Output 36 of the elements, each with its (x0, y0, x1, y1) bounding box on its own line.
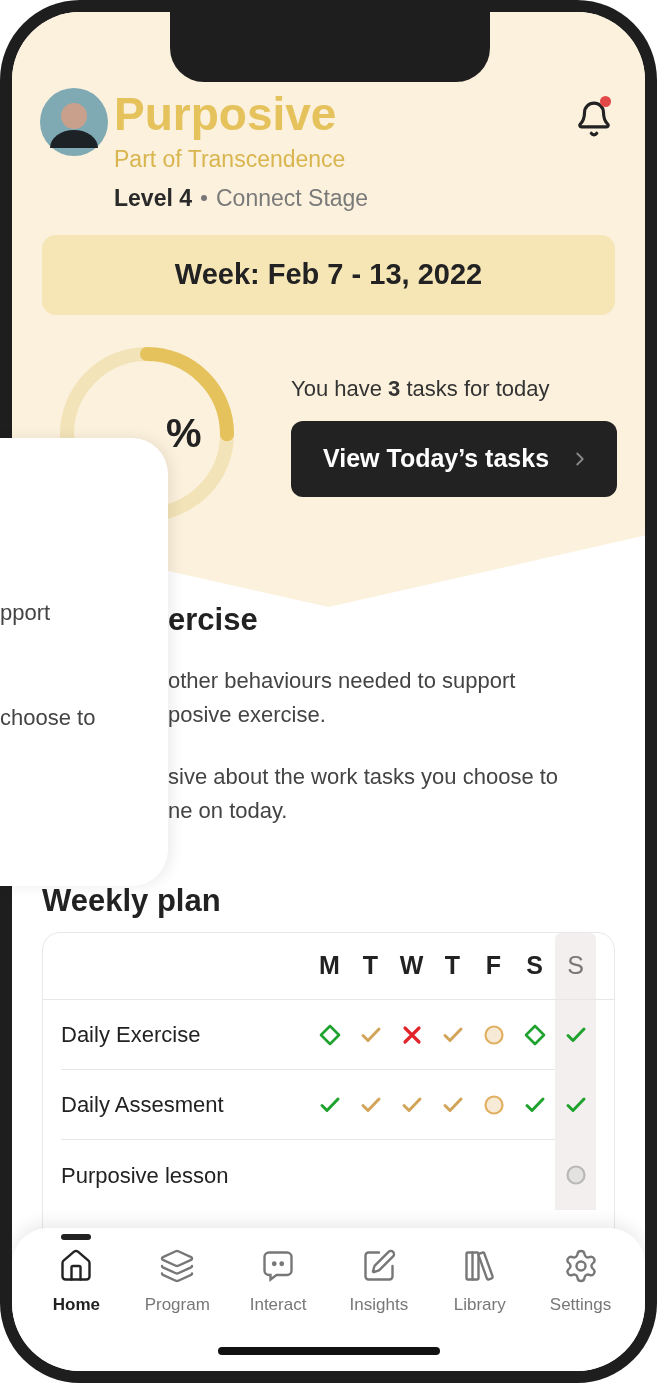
week-banner: Week: Feb 7 - 13, 2022 (42, 235, 615, 315)
task-name: Daily Assesment (61, 1091, 225, 1119)
description-line: sive about the work tasks you choose to (168, 762, 560, 791)
day-header: M (318, 950, 341, 982)
level-label: Level 4 (114, 183, 192, 213)
program-subtitle: Part of Transcendence (114, 145, 347, 174)
day-header: T (361, 950, 380, 982)
layers-icon (159, 1248, 196, 1284)
nav-tab[interactable]: Library (429, 1248, 531, 1371)
card-text: pport (0, 599, 52, 627)
day-header: S (555, 933, 596, 999)
nav-tab[interactable]: Settings (530, 1248, 631, 1371)
description-line: ne on today. (168, 796, 289, 825)
nav-tab[interactable]: Home (26, 1248, 127, 1371)
bell-icon (575, 100, 613, 138)
day-header: S (525, 950, 544, 982)
section-heading: ercise (168, 601, 259, 639)
avatar (40, 88, 108, 156)
nav-tab[interactable]: Insights (328, 1248, 430, 1371)
section-heading: Weekly plan (41, 881, 222, 920)
tasks-summary: You have 3 tasks for today (291, 374, 551, 403)
description-line: other behaviours needed to support (168, 666, 517, 695)
nav-tab[interactable]: Program (126, 1248, 228, 1371)
progress-percent: % (166, 410, 202, 457)
description-line: posive exercise. (168, 700, 327, 729)
nav-tab[interactable]: Interact (227, 1248, 329, 1371)
day-header: F (484, 950, 503, 982)
day-header: W (398, 950, 425, 982)
day-header: T (443, 950, 462, 982)
task-name: Purposive lesson (61, 1161, 230, 1190)
card-text: choose to (0, 704, 97, 732)
view-tasks-button[interactable]: View Today’s tasks (291, 420, 617, 497)
program-title: Purposive (114, 88, 338, 140)
task-name: Daily Exercise (61, 1021, 202, 1049)
stage-label: Connect Stage (216, 183, 369, 213)
active-indicator (61, 1234, 92, 1240)
